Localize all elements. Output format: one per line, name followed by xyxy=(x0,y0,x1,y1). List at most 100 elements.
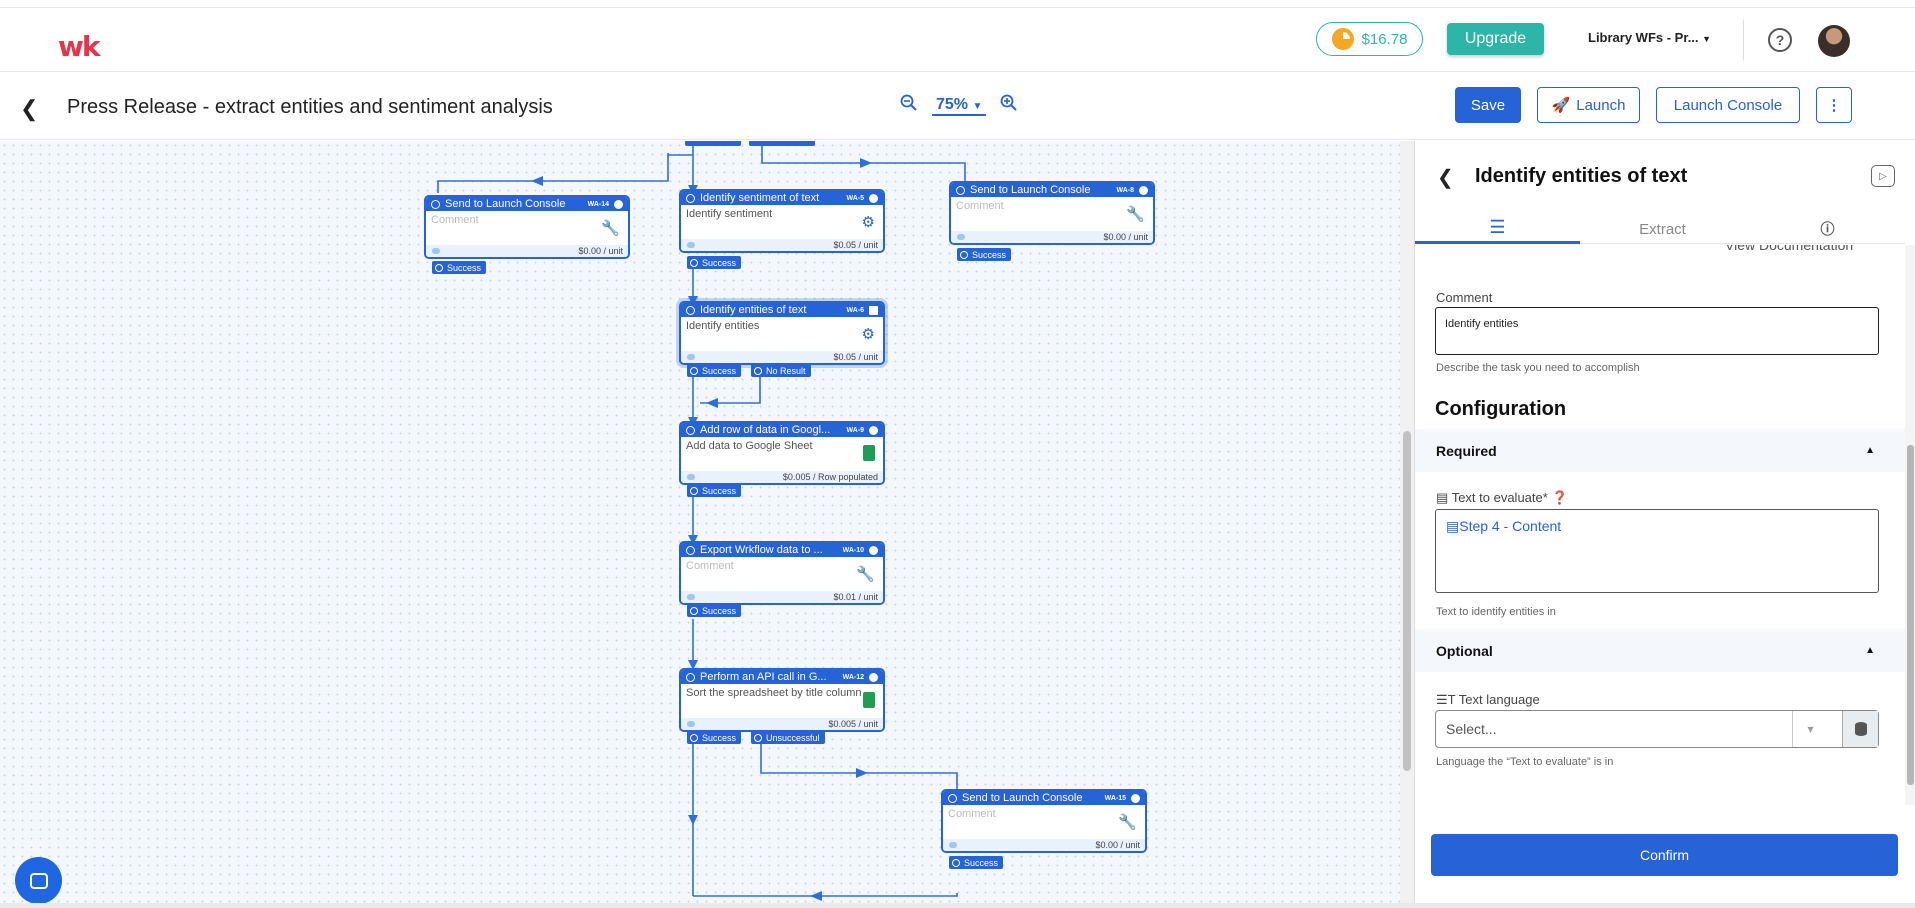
workflow-canvas[interactable]: Send to Launch Console WA-14 Comment 🔧 $0… xyxy=(0,141,1400,903)
help-icon[interactable]: ? xyxy=(1768,28,1792,52)
google-sheets-icon xyxy=(863,692,875,708)
more-options-button[interactable]: ⋮ xyxy=(1816,87,1852,123)
node-tag: WA-9 xyxy=(846,426,865,434)
tab-info-icon[interactable]: ⓘ xyxy=(1745,214,1910,244)
zoom-out-icon[interactable] xyxy=(900,94,918,117)
launch-label: Launch xyxy=(1576,96,1626,114)
pill-label: Success xyxy=(964,857,999,868)
step-icon xyxy=(686,672,695,682)
confirm-button[interactable]: Confirm xyxy=(1431,834,1898,876)
panel-back-icon[interactable]: ❮ xyxy=(1437,165,1454,190)
send-icon xyxy=(948,793,957,803)
node-comment: Sort the spreadsheet by title column xyxy=(686,687,862,699)
node-price: $0.005 / Row populated xyxy=(782,472,878,482)
wrench-icon: 🔧 xyxy=(1126,206,1145,223)
workspace-name: Library WFs - Pr... xyxy=(1588,30,1699,45)
required-label: Required xyxy=(1436,442,1497,459)
text-to-evaluate-hint: Text to identify entities in xyxy=(1436,606,1556,618)
zoom-in-icon[interactable] xyxy=(1000,94,1018,117)
launch-console-button[interactable]: Launch Console xyxy=(1656,87,1800,123)
outcome-success-pill[interactable]: Success xyxy=(687,364,742,377)
play-icon[interactable]: ▷ xyxy=(1871,165,1895,187)
outcome-no-result-pill[interactable]: No Result xyxy=(751,364,811,377)
node-api-call-google[interactable]: Perform an API call in G... WA-12 Sort th… xyxy=(679,668,885,732)
variable-chip[interactable]: Step 4 - Content xyxy=(1459,518,1561,534)
cloud-icon xyxy=(687,594,695,600)
node-comment: Comment xyxy=(431,214,479,226)
pill-label: No Result xyxy=(766,365,806,376)
text-to-evaluate-input[interactable]: ▤Step 4 - Content xyxy=(1435,509,1879,593)
outcome-success-pill[interactable]: Success xyxy=(687,731,742,744)
cloud-icon xyxy=(957,234,965,240)
divider xyxy=(1743,20,1744,60)
pill-label: Success xyxy=(972,249,1007,260)
node-price: $0.00 / unit xyxy=(578,246,623,256)
help-circle-icon[interactable]: ❓ xyxy=(1551,490,1567,505)
chevron-down-icon[interactable]: ▾ xyxy=(1792,711,1828,747)
send-icon xyxy=(431,199,440,209)
text-language-select[interactable]: Select... ▾ xyxy=(1435,710,1879,748)
comment-textarea[interactable]: Identify entities xyxy=(1435,307,1879,355)
optional-section-header[interactable]: Optional ▲ xyxy=(1415,629,1905,672)
node-tag: WA-15 xyxy=(1104,794,1126,802)
node-comment: Identify sentiment xyxy=(686,208,773,220)
node-comment: Comment xyxy=(956,200,1004,212)
view-documentation-link[interactable]: View Documentation xyxy=(1725,245,1853,253)
zoom-select[interactable]: 75% ▼ xyxy=(932,96,987,116)
node-send-launch-console-wa15[interactable]: Send to Launch Console WA-15 Comment 🔧 $0… xyxy=(941,789,1147,853)
panel-title: Identify entities of text xyxy=(1475,165,1688,187)
save-button[interactable]: Save xyxy=(1455,87,1521,123)
back-arrow-icon[interactable]: ❮ xyxy=(20,96,38,122)
horizontal-scrollbar[interactable] xyxy=(0,903,1915,908)
check-icon xyxy=(1139,185,1148,195)
node-add-row-google-sheet[interactable]: Add row of data in Googl... WA-9 Add data… xyxy=(679,421,885,485)
node-send-launch-console-wa14[interactable]: Send to Launch Console WA-14 Comment 🔧 $0… xyxy=(424,195,630,259)
tab-list-icon[interactable]: ☰ xyxy=(1415,214,1580,244)
node-title: Perform an API call in G... xyxy=(700,671,827,683)
caret-down-icon: ▼ xyxy=(1702,34,1712,44)
ai-gear-icon: ⚙ xyxy=(861,326,875,343)
outcome-success-pill[interactable]: Success xyxy=(687,604,742,617)
node-tag: WA-10 xyxy=(842,546,864,554)
app-logo[interactable]: wk xyxy=(58,30,100,63)
avatar[interactable] xyxy=(1818,25,1850,57)
credits-balance[interactable]: $16.78 xyxy=(1316,22,1423,56)
outcome-success-pill[interactable]: Success xyxy=(949,856,1004,869)
node-comment: Add data to Google Sheet xyxy=(686,440,813,452)
node-identify-entities-selected[interactable]: Identify entities of text WA-6 Identify e… xyxy=(679,301,885,365)
outcome-success-pill[interactable]: Success xyxy=(432,261,487,274)
pill-label: Success xyxy=(702,732,737,743)
outcome-unsuccessful-pill[interactable]: Unsuccessful xyxy=(751,731,825,744)
cloud-icon xyxy=(687,242,695,248)
tab-extract[interactable]: Extract xyxy=(1580,214,1745,244)
send-icon xyxy=(956,185,965,195)
database-icon[interactable] xyxy=(1842,711,1878,747)
trash-icon[interactable] xyxy=(869,305,878,315)
node-export-workflow-data[interactable]: Export Wrkflow data to ... WA-10 Comment … xyxy=(679,541,885,605)
panel-scrollbar[interactable] xyxy=(1905,245,1915,805)
required-section-header[interactable]: Required ▲ xyxy=(1415,429,1905,472)
caret-up-icon: ▲ xyxy=(1865,645,1875,656)
wrench-icon: 🔧 xyxy=(856,566,875,583)
wrench-icon: 🔧 xyxy=(1118,814,1137,831)
node-price: $0.05 / unit xyxy=(833,240,878,250)
node-send-launch-console-wa8[interactable]: Send to Launch Console WA-8 Comment 🔧 $0.… xyxy=(949,181,1155,245)
launch-button[interactable]: 🚀 Launch xyxy=(1537,87,1640,123)
canvas-scrollbar[interactable] xyxy=(1400,141,1414,903)
node-title: Send to Launch Console xyxy=(962,792,1083,804)
upgrade-button[interactable]: Upgrade xyxy=(1447,23,1544,55)
outcome-success-pill[interactable]: Success xyxy=(687,484,742,497)
node-price: $0.00 / unit xyxy=(1095,840,1140,850)
check-icon xyxy=(869,425,878,435)
optional-label: Optional xyxy=(1436,642,1493,659)
text-type-icon: ☰T xyxy=(1436,692,1456,707)
cloud-icon xyxy=(687,474,695,480)
node-identify-sentiment[interactable]: Identify sentiment of text WA-5 Identify … xyxy=(679,189,885,253)
workspace-dropdown[interactable]: Library WFs - Pr... ▼ xyxy=(1588,30,1711,45)
cloud-icon xyxy=(687,721,695,727)
cloud-icon xyxy=(687,354,695,360)
pill-label: Unsuccessful xyxy=(766,732,820,743)
outcome-success-pill[interactable]: Success xyxy=(687,256,742,269)
chat-launcher-button[interactable] xyxy=(15,857,62,904)
outcome-success-pill[interactable]: Success xyxy=(957,248,1012,261)
